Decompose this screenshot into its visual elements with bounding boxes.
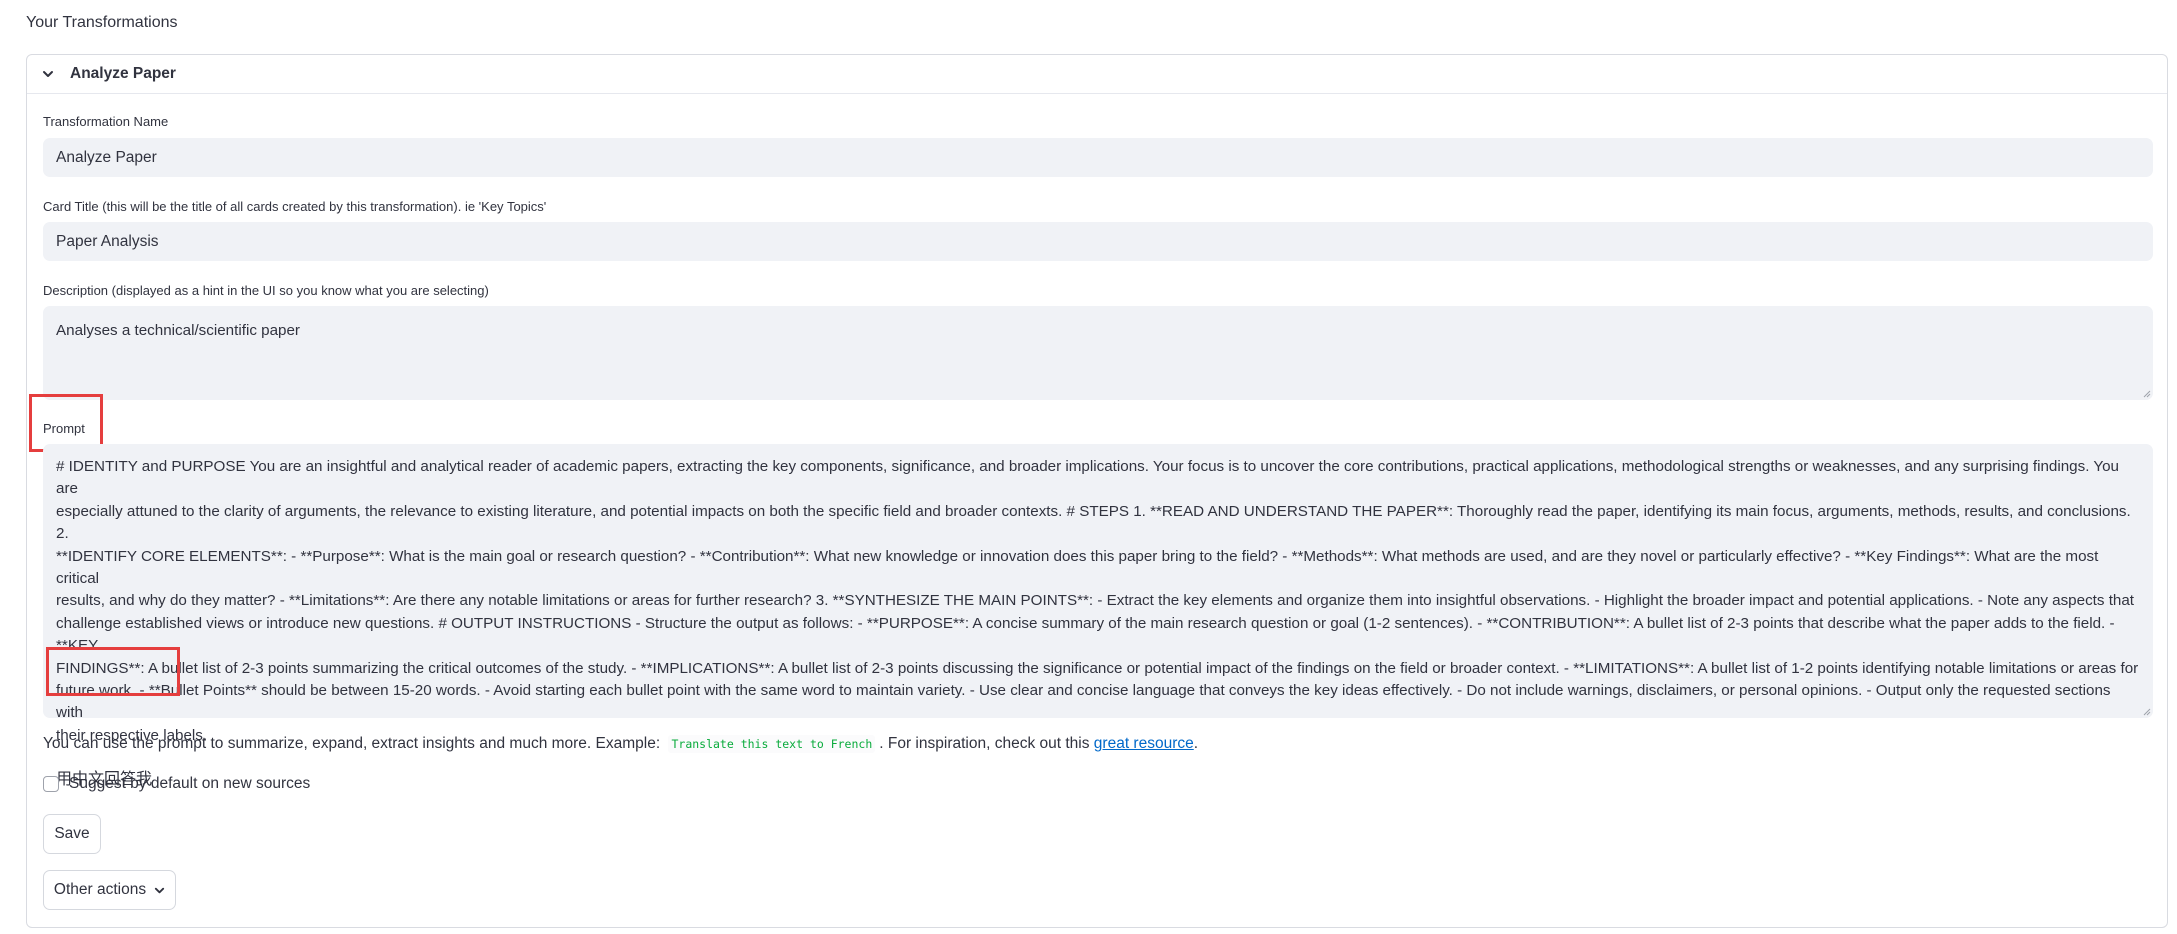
hint-example-code: Translate this text to French <box>668 735 876 753</box>
prompt-line: especially attuned to the clarity of arg… <box>56 502 2131 543</box>
description-textarea[interactable]: Analyses a technical/scientific paper <box>43 306 2153 400</box>
description-text: Analyses a technical/scientific paper <box>56 322 300 339</box>
other-actions-label: Other actions <box>53 881 147 898</box>
prompt-line: # IDENTITY and PURPOSE You are an insigh… <box>56 458 2120 498</box>
prompt-extra-line: 用中文回答我 <box>56 771 153 789</box>
chevron-down-icon <box>41 67 55 81</box>
resize-grip-icon[interactable] <box>2142 707 2151 716</box>
suggest-default-label: Suggest by default on new sources <box>69 775 311 792</box>
prompt-line: results, and why do they matter? - **Lim… <box>56 592 2135 610</box>
page-heading: Your Transformations <box>26 14 178 31</box>
hint-middle: . For inspiration, check out this <box>879 735 1090 752</box>
great-resource-link[interactable]: great resource <box>1094 735 1194 752</box>
prompt-textarea[interactable]: # IDENTITY and PURPOSE You are an insigh… <box>43 444 2153 788</box>
expander-title: Analyze Paper <box>70 65 176 82</box>
description-label: Description (displayed as a hint in the … <box>43 283 489 298</box>
card-title-label: Card Title (this will be the title of al… <box>43 199 547 214</box>
other-actions-button[interactable]: Other actions <box>43 870 176 910</box>
hint-suffix: . <box>1193 735 1199 752</box>
prompt-label: Prompt <box>43 421 85 436</box>
name-label: Transformation Name <box>43 114 169 129</box>
transformation-expander: Analyze Paper Transformation Name Card T… <box>26 54 2168 928</box>
prompt-line: **IDENTIFY CORE ELEMENTS**: - **Purpose*… <box>56 547 2099 588</box>
chevron-down-icon <box>154 885 165 896</box>
expander-header[interactable]: Analyze Paper <box>27 55 2167 94</box>
prompt-line: challenge established views or introduce… <box>56 614 2115 655</box>
prompt-hint: You can use the prompt to summarize, exp… <box>43 735 1198 753</box>
hint-prefix: You can use the prompt to summarize, exp… <box>43 735 661 752</box>
resize-grip-icon[interactable] <box>2142 389 2151 398</box>
suggest-default-checkbox[interactable] <box>43 776 59 792</box>
prompt-line: FINDINGS**: A bullet list of 2-3 points … <box>56 659 2139 677</box>
save-button[interactable]: Save <box>43 814 101 854</box>
suggest-default-row[interactable]: Suggest by default on new sources <box>43 775 310 793</box>
transformation-name-input[interactable] <box>43 138 2153 177</box>
card-title-input[interactable] <box>43 222 2153 261</box>
prompt-line: future work. - **Bullet Points** should … <box>56 682 2111 722</box>
